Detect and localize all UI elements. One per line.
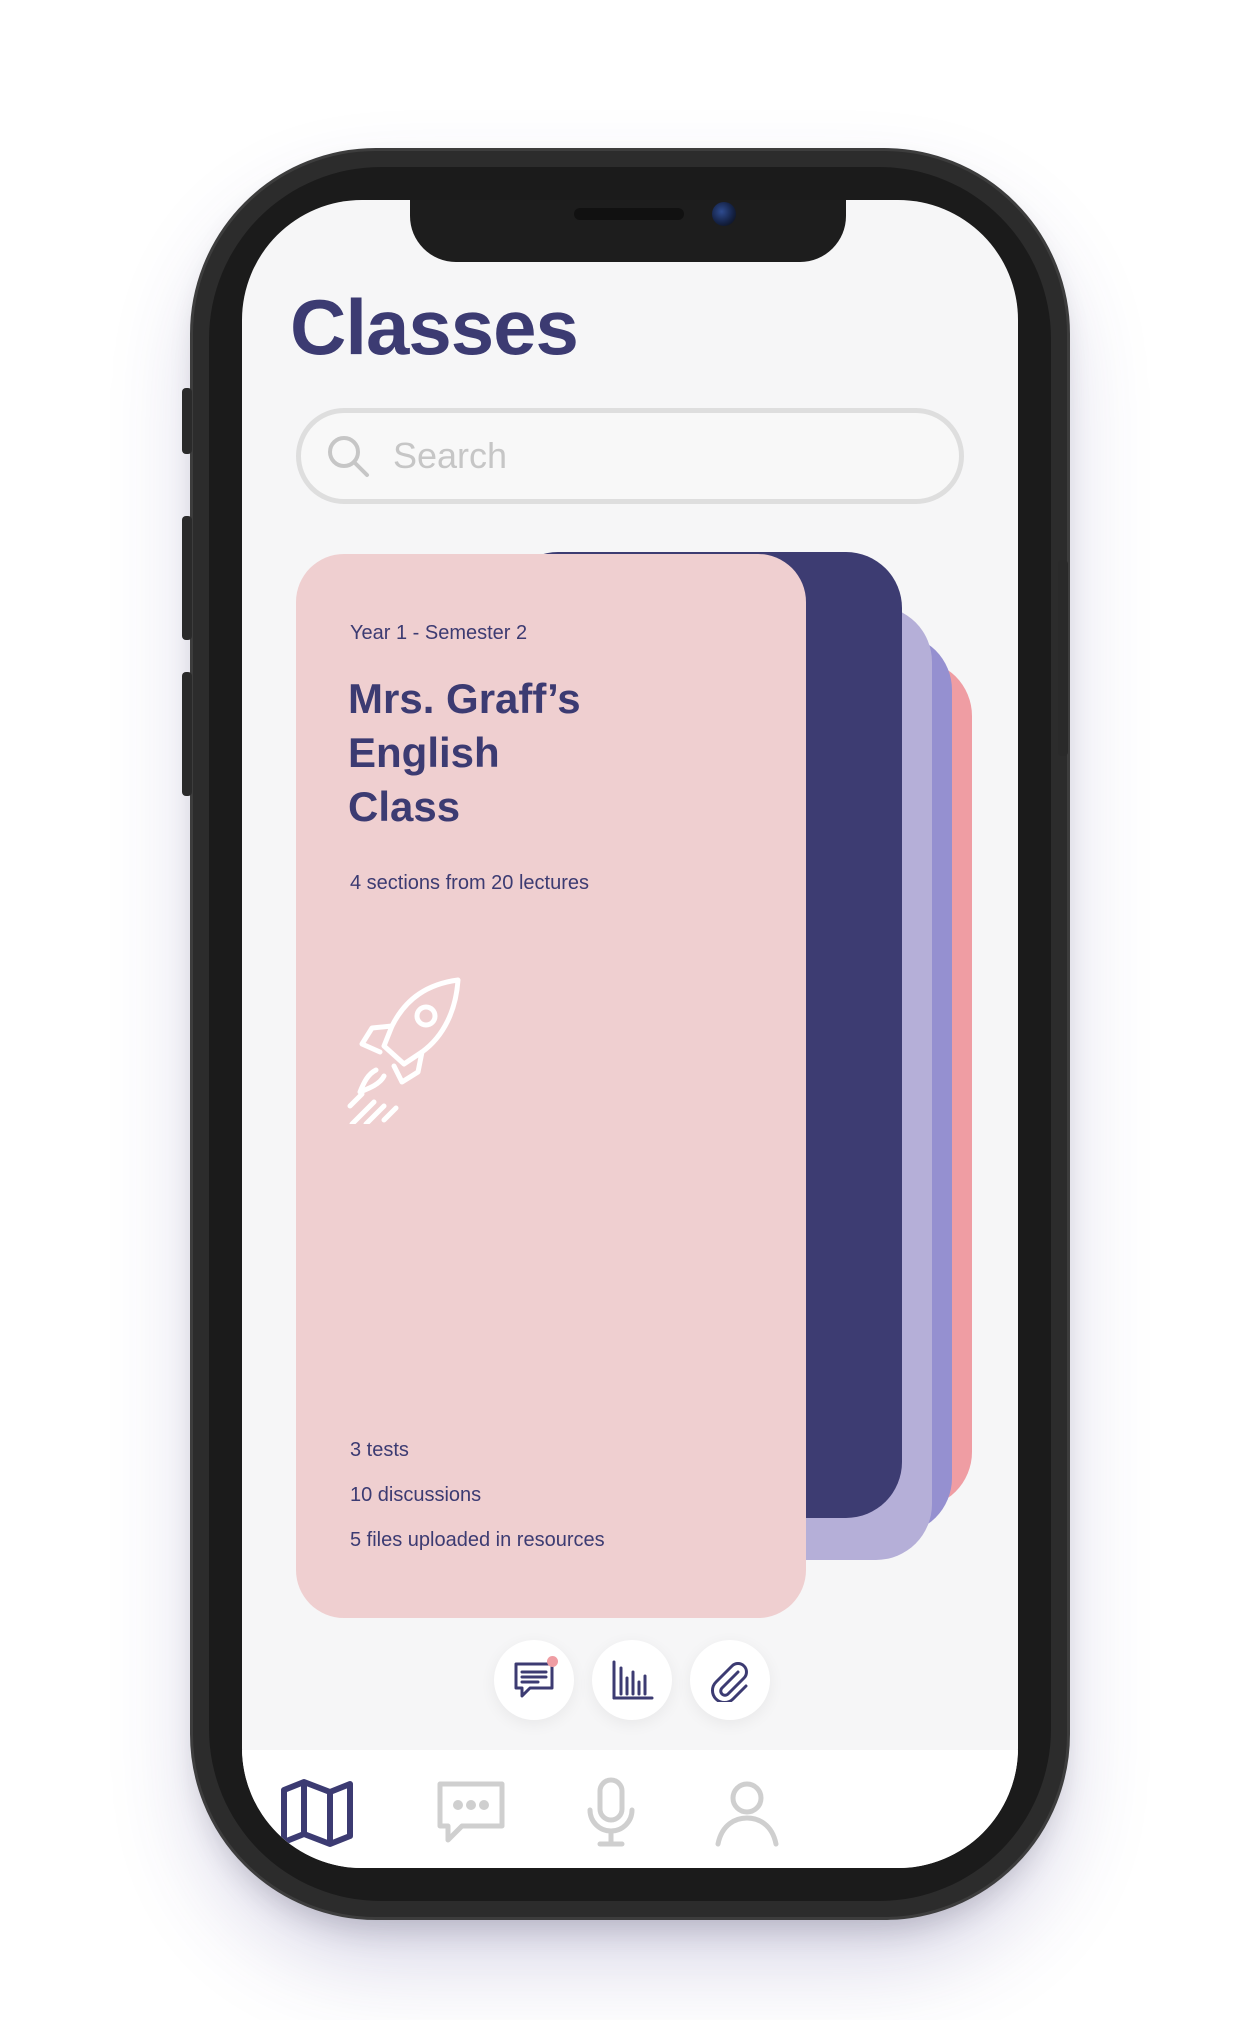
class-stats: 3 tests 10 discussions 5 files uploaded … [350,1428,605,1563]
tab-profile[interactable] [702,1768,792,1858]
speaker-grille [574,208,684,220]
volume-up-button [182,516,192,640]
resources-count: 5 files uploaded in resources [350,1529,605,1551]
volume-down-button [182,672,192,796]
page-title: Classes [290,283,579,371]
tab-microphone[interactable] [566,1768,656,1858]
attachments-button[interactable] [690,1640,770,1720]
chat-icon [437,1781,505,1843]
tab-chat[interactable] [426,1768,516,1858]
screen: Classes Year 1 - Semester 2 Mrs. Graff’s… [242,200,1018,1868]
search-input[interactable] [393,429,933,483]
mute-switch [182,388,192,454]
stats-button[interactable] [592,1640,672,1720]
search-icon [328,436,369,477]
notch [410,200,846,262]
notification-dot [547,1656,558,1667]
power-button [1058,560,1068,756]
front-camera [712,202,736,226]
class-semester: Year 1 - Semester 2 [350,622,528,644]
map-icon [281,1779,353,1847]
tab-bar [242,1750,1018,1868]
card-actions [494,1640,770,1720]
messages-button[interactable] [494,1640,574,1720]
bar-chart-icon [612,1660,654,1700]
class-sections: 4 sections from 20 lectures [350,872,589,894]
profile-icon [715,1781,779,1847]
class-title: Mrs. Graff’s English Class [348,675,581,830]
paperclip-icon [711,1662,748,1702]
microphone-icon [587,1777,635,1847]
class-card[interactable]: Year 1 - Semester 2 Mrs. Graff’s English… [296,554,806,1618]
rocket-icon [347,977,461,1124]
search-box[interactable] [296,408,964,504]
tests-count: 3 tests [350,1439,409,1461]
tab-map[interactable] [272,1768,362,1858]
discussions-count: 10 discussions [350,1484,482,1506]
